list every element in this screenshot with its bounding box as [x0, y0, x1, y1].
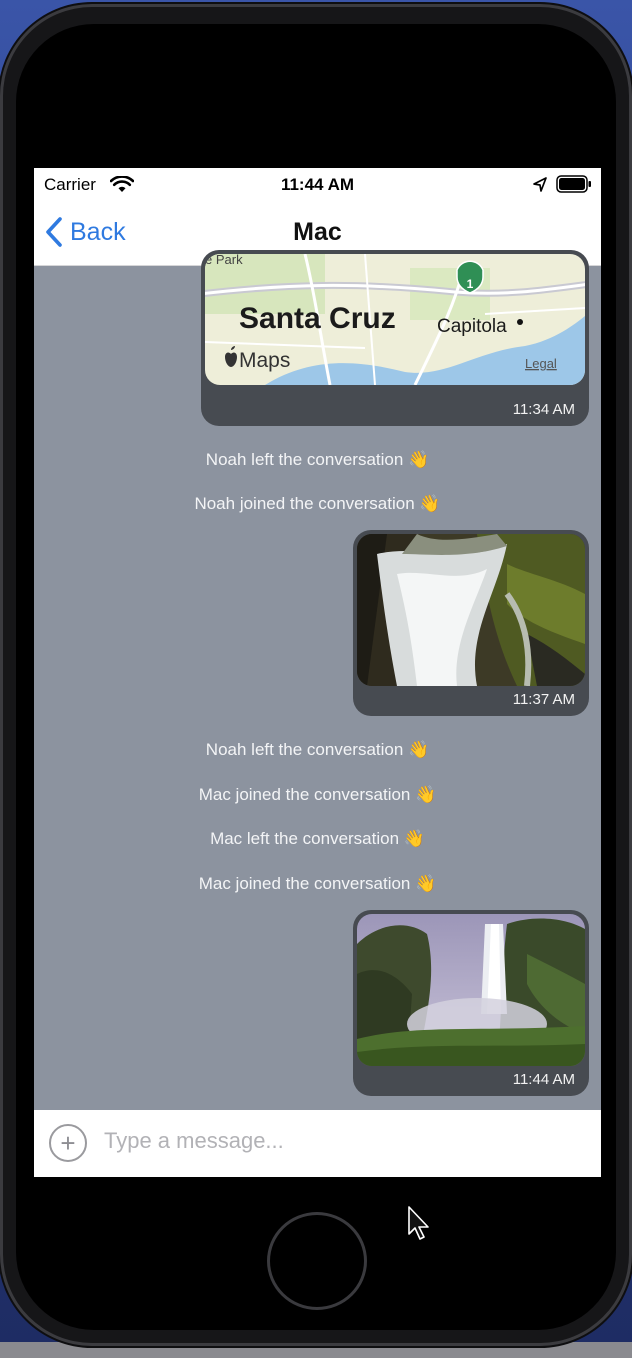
- plus-circle-icon[interactable]: +: [49, 1124, 87, 1162]
- clock: 11:44 AM: [280, 175, 355, 194]
- message-input[interactable]: [104, 1120, 584, 1162]
- message-timestamp: 11:44 AM: [512, 1071, 575, 1088]
- map-preview[interactable]: 1 e Park Santa Cruz Capitola Maps Legal: [205, 254, 585, 385]
- message-input-bar: +: [34, 1110, 601, 1177]
- mouse-cursor-icon: [408, 1206, 429, 1240]
- message-list[interactable]: 1 e Park Santa Cruz Capitola Maps Legal …: [34, 250, 601, 1110]
- system-message: Noah left the conversation 👋: [205, 740, 430, 759]
- image-message-bubble[interactable]: 11:44 AM: [353, 910, 589, 1096]
- home-button[interactable]: [267, 1212, 367, 1310]
- waterfall-valley-image[interactable]: [357, 914, 585, 1066]
- system-message: Noah left the conversation 👋: [205, 450, 430, 469]
- map-town-label: Capitola: [437, 316, 507, 337]
- photo-image: [357, 914, 585, 1066]
- message-timestamp: 11:37 AM: [512, 691, 575, 708]
- map-attribution: Maps: [239, 349, 290, 372]
- image-message-bubble[interactable]: 11:37 AM: [353, 530, 589, 716]
- location-icon: [533, 177, 547, 192]
- map-city-label: Santa Cruz: [239, 302, 396, 335]
- system-message: Noah joined the conversation 👋: [194, 494, 441, 513]
- battery-icon: [556, 175, 591, 193]
- map-image: 1 e Park Santa Cruz Capitola Maps Legal: [205, 254, 585, 385]
- message-timestamp: 11:34 AM: [512, 401, 575, 418]
- waterfall-closeup-image[interactable]: [357, 534, 585, 686]
- system-message: Mac joined the conversation 👋: [198, 785, 437, 804]
- map-partial-label: e Park: [205, 254, 243, 267]
- app-screen: Carrier 11:44 AM Back Mac 1 e Park Santa…: [34, 168, 601, 1177]
- map-legal-link[interactable]: Legal: [525, 356, 557, 371]
- status-bar: Carrier 11:44 AM: [34, 168, 601, 200]
- system-message: Mac joined the conversation 👋: [198, 874, 437, 893]
- conversation-title: Mac: [293, 218, 342, 246]
- photo-image: [357, 534, 585, 686]
- system-message: Mac left the conversation 👋: [210, 829, 425, 848]
- map-message-bubble[interactable]: 1 e Park Santa Cruz Capitola Maps Legal …: [201, 250, 589, 426]
- route-shield-label: 1: [467, 277, 474, 291]
